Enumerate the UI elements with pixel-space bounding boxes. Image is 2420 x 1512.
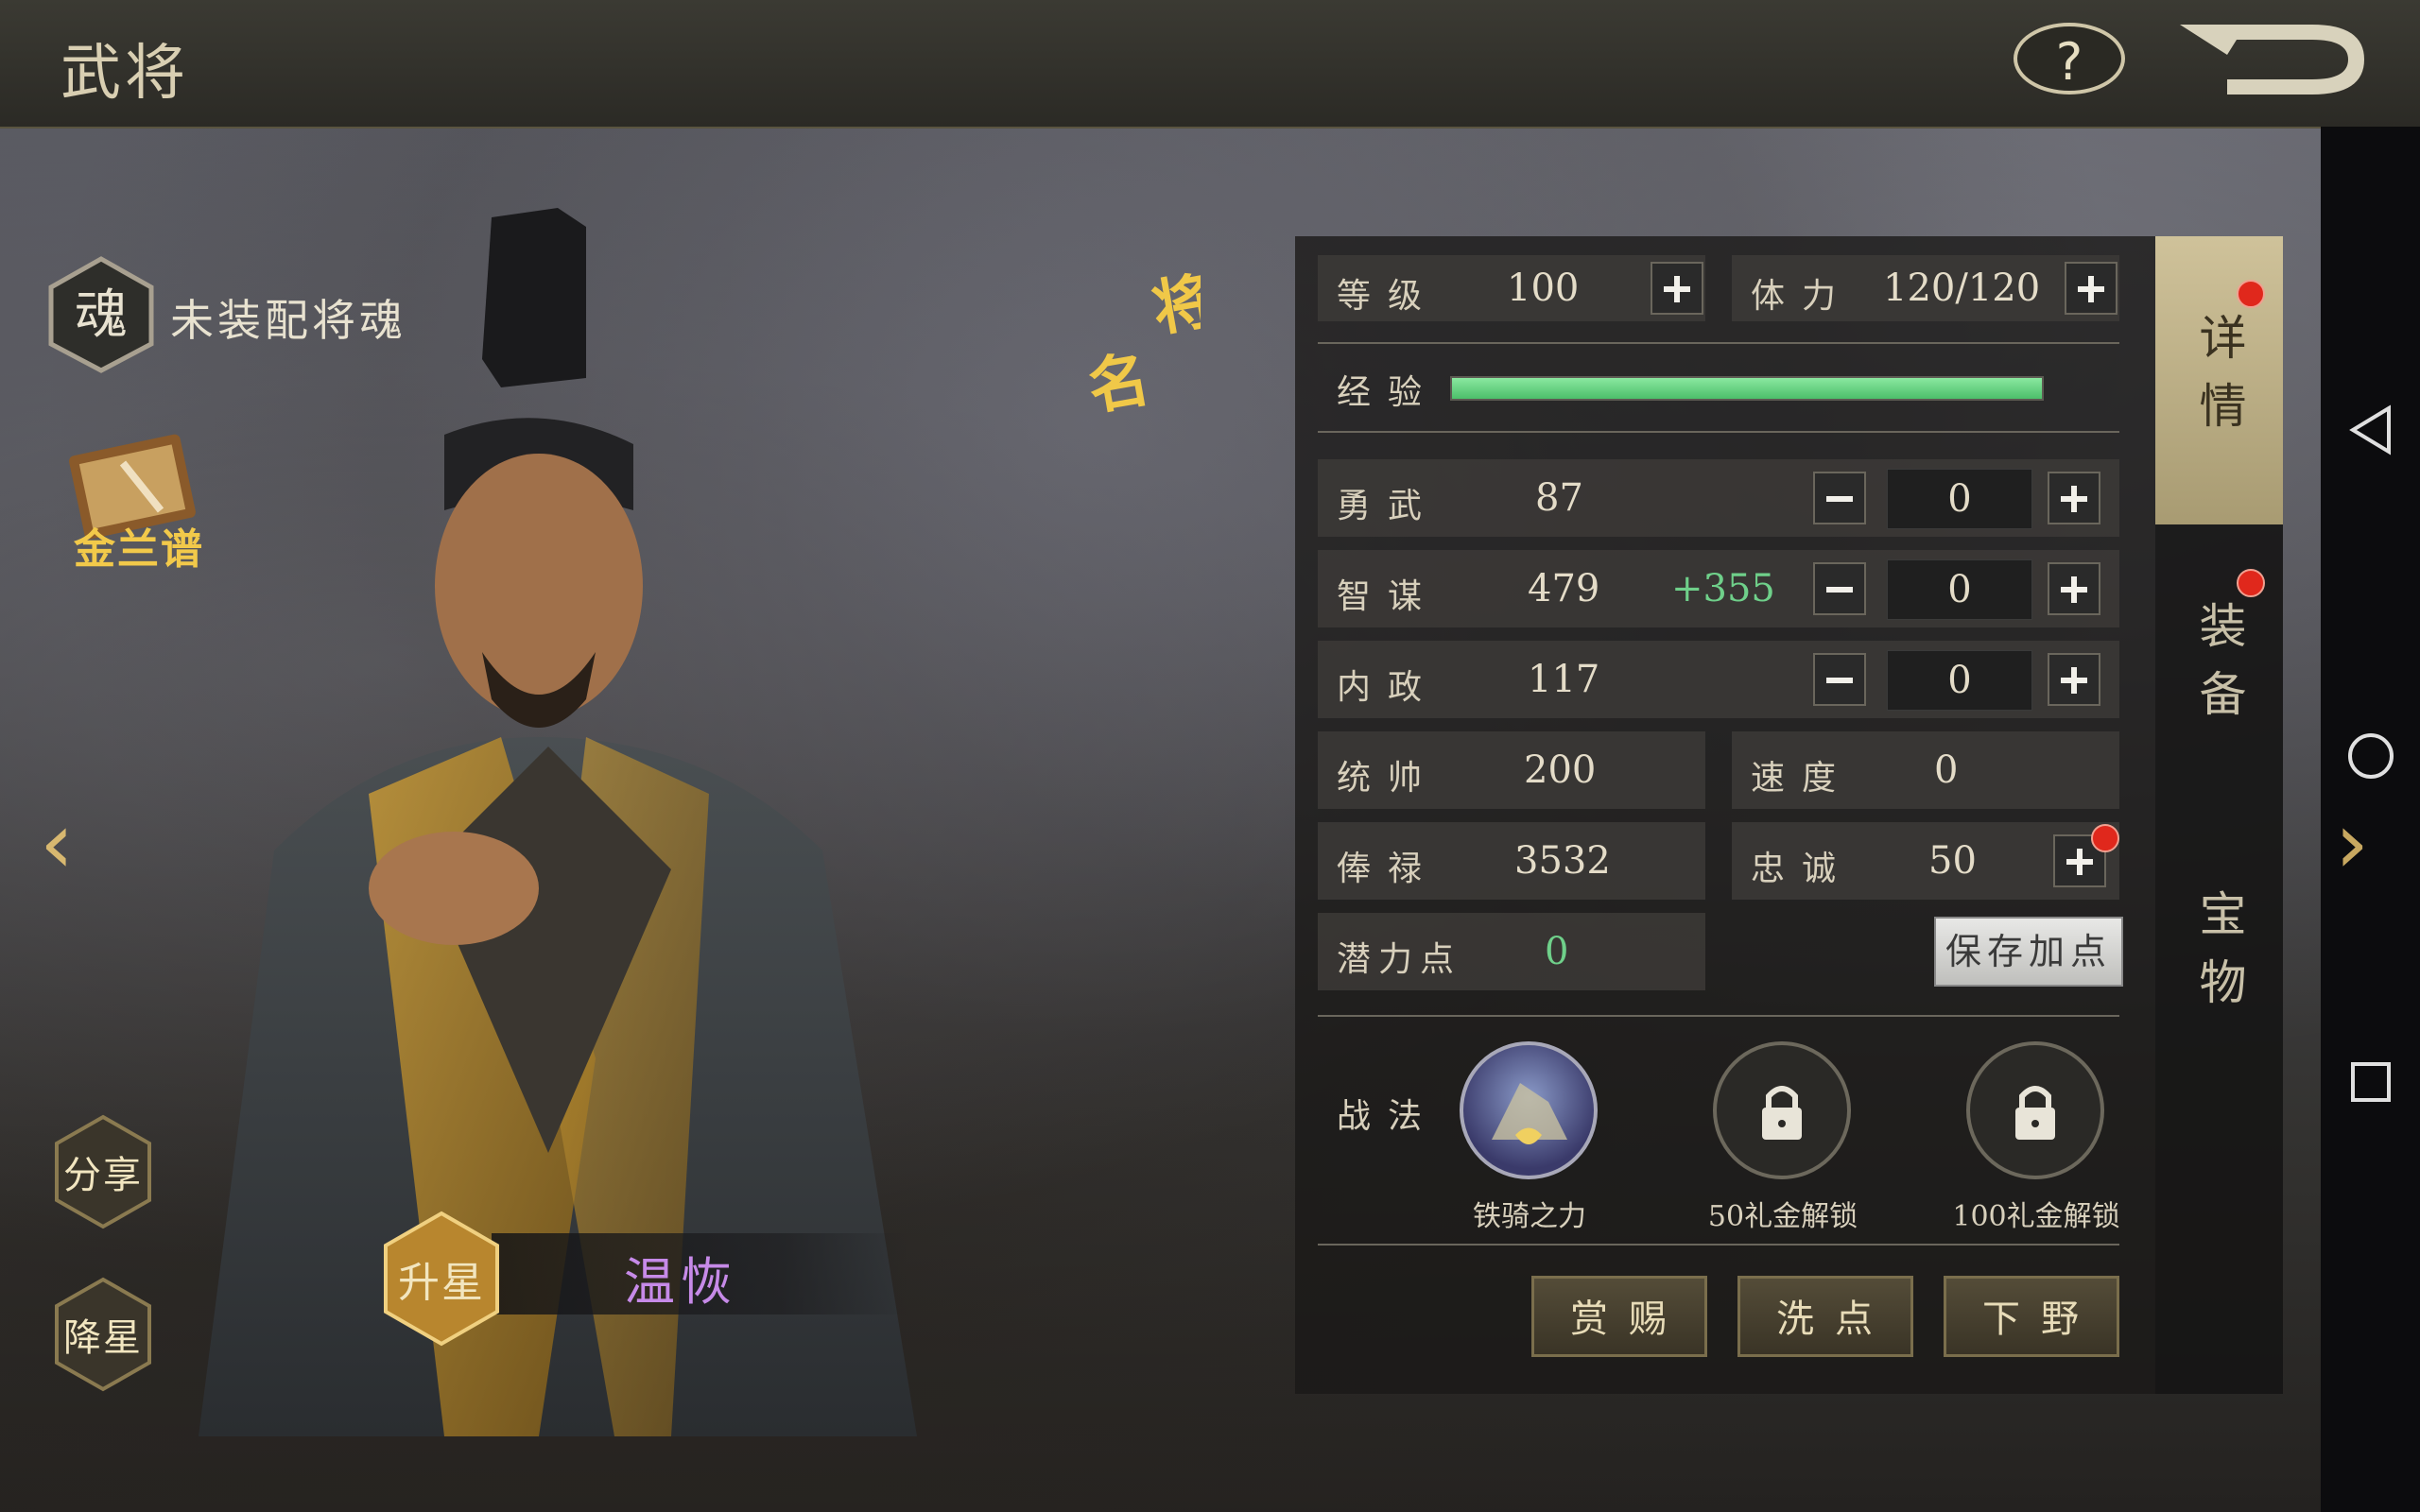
bravery-plus-button[interactable] <box>2048 472 2100 524</box>
loyalty-row: 忠诚 50 <box>1732 822 2119 900</box>
exp-label: 经验 <box>1337 373 1440 412</box>
divider <box>1318 1244 2119 1246</box>
upgrade-star-button[interactable]: 升星 <box>380 1210 503 1348</box>
nav-back-icon[interactable] <box>2342 401 2400 459</box>
next-general-arrow-icon[interactable]: › <box>2335 794 2369 893</box>
bravery-minus-button[interactable] <box>1813 472 1866 524</box>
nav-recents-icon[interactable] <box>2342 1053 2400 1111</box>
strategy-bonus: +355 <box>1671 567 1775 610</box>
share-button[interactable]: 分享 <box>51 1113 155 1230</box>
skill-slot-3[interactable] <box>1966 1041 2104 1179</box>
demote-star-button[interactable]: 降星 <box>51 1276 155 1393</box>
politics-input[interactable]: 0 <box>1887 650 2032 711</box>
tab-treasure[interactable]: 宝物 <box>2155 813 2283 1101</box>
svg-text:魂: 魂 <box>75 284 128 346</box>
stamina-plus-button[interactable] <box>2065 262 2118 315</box>
help-button[interactable]: ? <box>2014 23 2125 94</box>
command-row: 统帅 200 <box>1318 731 1705 809</box>
skill-3-name: 100礼金解锁 <box>1952 1200 2120 1233</box>
politics-row: 内政 117 0 <box>1318 641 2119 718</box>
exp-bar <box>1450 376 2044 401</box>
top-bar: 武将 ? <box>0 0 2420 129</box>
skill-2-name: 50礼金解锁 <box>1707 1200 1858 1233</box>
side-tabs: 详情 装备 宝物 <box>2155 236 2283 1394</box>
politics-minus-button[interactable] <box>1813 653 1866 706</box>
save-points-button[interactable]: 保存加点 <box>1934 917 2123 987</box>
back-arrow-icon[interactable] <box>2170 17 2378 102</box>
notification-dot <box>2237 280 2265 308</box>
notification-dot <box>2237 569 2265 597</box>
divider <box>1318 1015 2119 1017</box>
nav-home-icon[interactable] <box>2342 727 2400 785</box>
exp-bar-fill <box>1452 378 2042 399</box>
notification-dot <box>2091 824 2119 852</box>
strategy-minus-button[interactable] <box>1813 562 1866 615</box>
bravery-input[interactable]: 0 <box>1887 469 2032 529</box>
tab-equipment[interactable]: 装备 <box>2155 524 2283 813</box>
skill-1-name: 铁骑之力 <box>1473 1200 1586 1233</box>
divider <box>1318 431 2119 433</box>
general-name: 温恢 <box>624 1252 737 1312</box>
salary-row: 俸禄 3532 <box>1318 822 1705 900</box>
svg-text:将: 将 <box>1147 266 1201 346</box>
skill-slot-2[interactable] <box>1713 1041 1851 1179</box>
bravery-row: 勇武 87 0 <box>1318 459 2119 537</box>
potential-row: 潜力点 0 <box>1318 913 1705 990</box>
level-row: 等级 100 <box>1318 255 1705 321</box>
skills-label: 战法 <box>1337 1097 1440 1136</box>
strategy-plus-button[interactable] <box>2048 562 2100 615</box>
lock-icon <box>2015 1086 2055 1140</box>
soul-hex-icon[interactable]: 魂 <box>42 255 161 374</box>
famous-general-badge: 将 名 <box>1083 266 1201 424</box>
reset-points-button[interactable]: 洗点 <box>1737 1276 1913 1357</box>
page-title: 武将 <box>60 39 189 109</box>
strategy-row: 智谋 479 +355 0 <box>1318 550 2119 627</box>
lock-icon <box>1762 1086 1802 1140</box>
divider <box>1318 342 2119 344</box>
strategy-input[interactable]: 0 <box>1887 559 2032 620</box>
speed-row: 速度 0 <box>1732 731 2119 809</box>
dismiss-button[interactable]: 下野 <box>1944 1276 2119 1357</box>
politics-plus-button[interactable] <box>2048 653 2100 706</box>
tab-details[interactable]: 详情 <box>2155 236 2283 524</box>
jinlan-label[interactable]: 金兰谱 <box>74 515 204 576</box>
cavalry-skill-icon <box>1492 1083 1567 1144</box>
skill-slot-1[interactable] <box>1460 1041 1598 1179</box>
svg-text:名: 名 <box>1083 344 1155 424</box>
reward-button[interactable]: 赏赐 <box>1531 1276 1707 1357</box>
soul-status-text: 未装配将魂 <box>170 295 406 346</box>
prev-general-arrow-icon[interactable]: ‹ <box>40 794 74 893</box>
level-plus-button[interactable] <box>1651 262 1703 315</box>
stamina-row: 体力 120/120 <box>1732 255 2119 321</box>
